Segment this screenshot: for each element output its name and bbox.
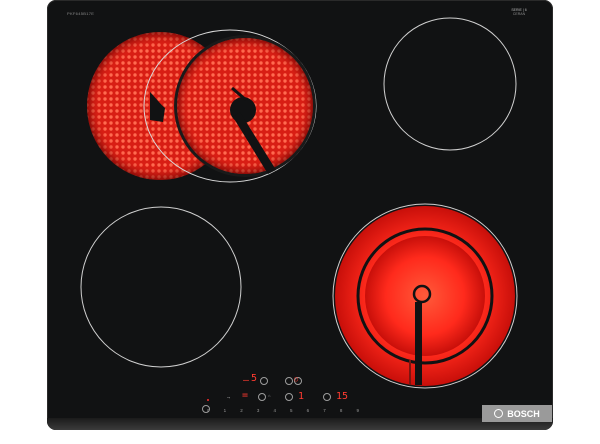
zone-front-right-dual bbox=[332, 203, 518, 389]
slider-mark: 9 bbox=[356, 407, 359, 413]
slider-mark: 5 bbox=[290, 407, 293, 413]
zone-rear-right bbox=[383, 17, 517, 151]
slider-mark: 8 bbox=[339, 407, 343, 413]
slider-mark: 4 bbox=[273, 407, 276, 413]
rear-right-zone-select[interactable] bbox=[285, 377, 293, 385]
timer-indicator: = bbox=[242, 390, 249, 401]
dual-zone-toggle[interactable] bbox=[285, 393, 293, 401]
wipe-protect-icon[interactable]: ⤳ bbox=[227, 395, 230, 400]
lock-icon[interactable]: ⌂ bbox=[268, 393, 270, 398]
front-left-zone-select[interactable] bbox=[260, 377, 268, 385]
front-left-level-display: 5 bbox=[251, 373, 258, 384]
timer-display: 15 bbox=[336, 391, 349, 402]
slider-mark: 1 bbox=[223, 407, 227, 413]
zone-front-left bbox=[80, 206, 242, 368]
slider-mark: 6 bbox=[306, 407, 310, 413]
power-indicator-led bbox=[207, 399, 209, 401]
front-left-minus-indicator: – bbox=[243, 375, 250, 386]
slider-mark: 7 bbox=[323, 407, 326, 413]
slider-mark: 0 bbox=[207, 407, 210, 413]
zone-rear-left-main bbox=[174, 35, 316, 177]
slider-mark: 2 bbox=[240, 407, 243, 413]
slider-mark: 3 bbox=[256, 407, 260, 413]
power-level-slider[interactable]: 0 1 2 3 4 5 6 7 8 9 bbox=[207, 406, 359, 414]
rear-left-zone-select[interactable] bbox=[258, 393, 266, 401]
timer-button[interactable] bbox=[323, 393, 331, 401]
rear-left-level-display: 1 bbox=[298, 391, 305, 402]
front-right-dual-indicator: ○ bbox=[294, 375, 299, 383]
